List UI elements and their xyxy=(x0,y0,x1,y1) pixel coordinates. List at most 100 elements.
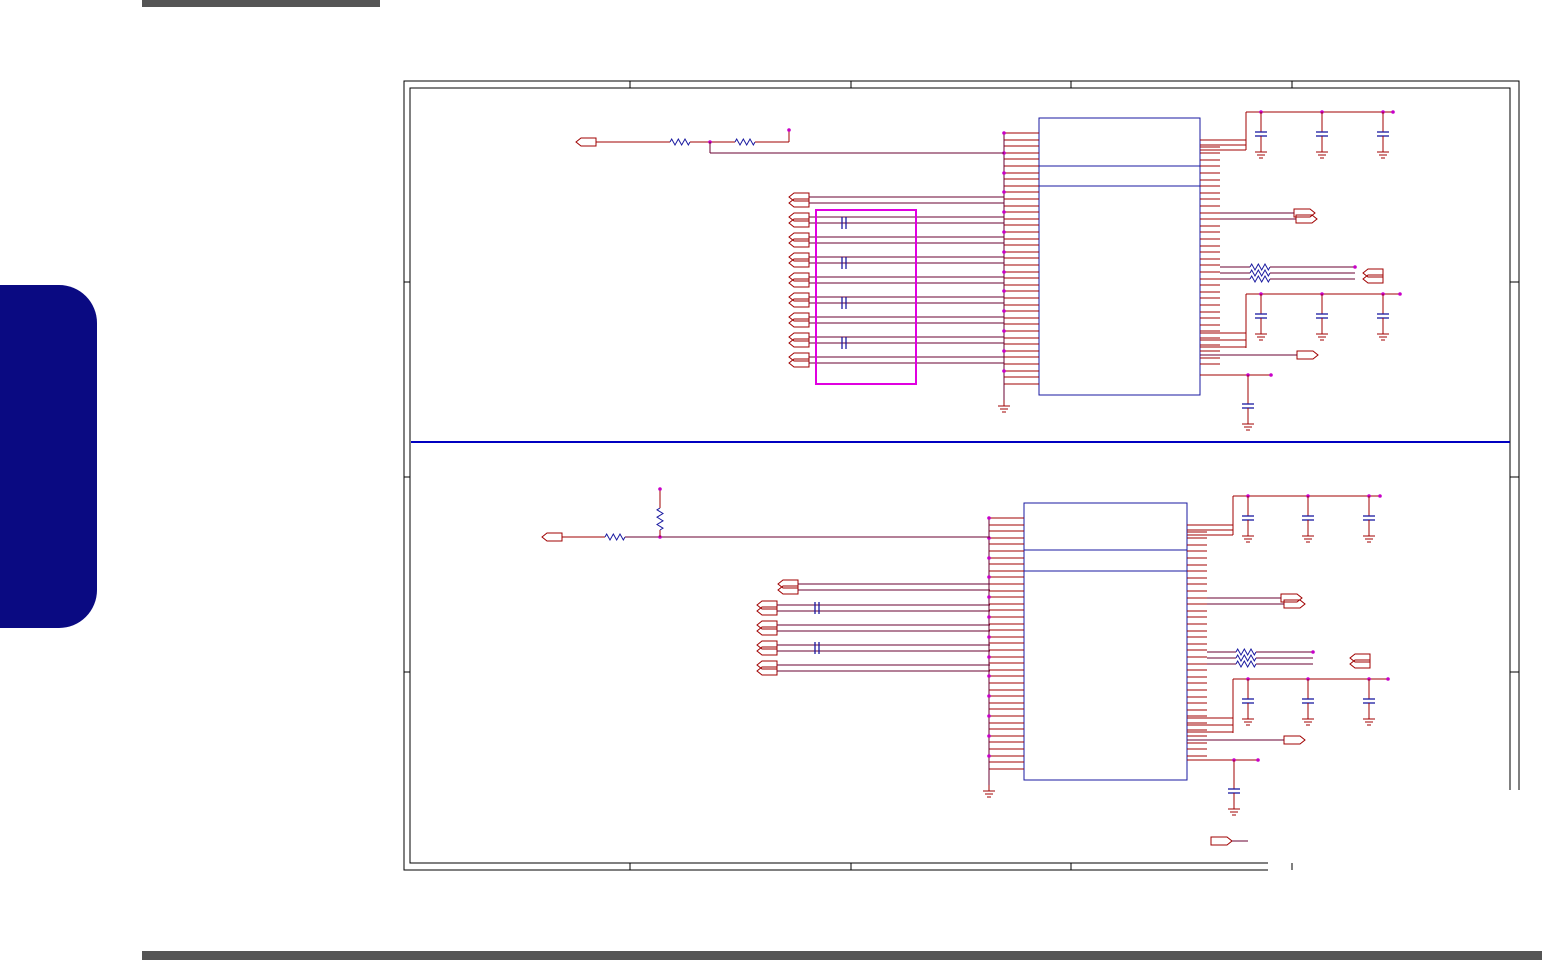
junction-dot xyxy=(1398,292,1402,296)
port-connector xyxy=(575,137,597,147)
junction-dot xyxy=(1391,110,1395,114)
ic-body xyxy=(1038,117,1201,396)
resistor xyxy=(1235,659,1257,669)
resistor xyxy=(1249,268,1271,278)
port-connector xyxy=(788,338,810,348)
resistor xyxy=(1235,653,1257,663)
port-connector xyxy=(788,192,810,202)
capacitor xyxy=(1228,777,1240,816)
port-connector xyxy=(756,640,778,650)
port-connector xyxy=(788,318,810,328)
capacitor xyxy=(1255,302,1267,341)
junction-dot xyxy=(987,754,991,758)
port-connector xyxy=(756,660,778,670)
port-connector xyxy=(788,292,810,302)
port-connector xyxy=(756,620,778,630)
ground-symbol xyxy=(998,400,1010,413)
junction-dot xyxy=(1002,329,1006,333)
port-connector xyxy=(756,646,778,656)
frame-cutout xyxy=(1268,790,1528,880)
ground-symbol xyxy=(1363,530,1375,543)
junction-dot xyxy=(787,128,791,132)
port-connector xyxy=(788,358,810,368)
port-connector xyxy=(777,585,799,595)
ground-symbol xyxy=(1302,713,1314,726)
ground-symbol xyxy=(1242,713,1254,726)
port-connector xyxy=(788,218,810,228)
ground-symbol xyxy=(1242,530,1254,543)
port-connector xyxy=(788,332,810,342)
ground-symbol xyxy=(1316,328,1328,341)
junction-dot xyxy=(987,635,991,639)
junction-dot xyxy=(658,487,662,491)
ground-symbol xyxy=(1255,328,1267,341)
resistor xyxy=(656,507,664,531)
capacitor xyxy=(1377,120,1389,159)
junction-dot xyxy=(987,714,991,718)
junction-dot xyxy=(1378,494,1382,498)
inner-border xyxy=(409,87,1511,864)
outer-border xyxy=(403,80,1520,871)
resistor xyxy=(1235,647,1257,657)
capacitor xyxy=(1316,120,1328,159)
port-connector xyxy=(788,238,810,248)
junction-dot xyxy=(1002,250,1006,254)
port-connector xyxy=(1283,735,1306,745)
upper-circuit xyxy=(575,110,1402,431)
resistor xyxy=(604,532,626,542)
ground-symbol xyxy=(1302,530,1314,543)
port-connector xyxy=(788,232,810,242)
ground-symbol xyxy=(1228,803,1240,816)
port-connector xyxy=(756,626,778,636)
port-connector xyxy=(756,600,778,610)
lower-circuit xyxy=(541,487,1390,846)
port-connector xyxy=(788,272,810,282)
capacitor xyxy=(1302,687,1314,726)
junction-dot xyxy=(1002,369,1006,373)
port-connector xyxy=(1349,659,1371,669)
junction-dot xyxy=(987,694,991,698)
port-connector xyxy=(788,298,810,308)
junction-dot xyxy=(1002,210,1006,214)
ground-symbol xyxy=(1377,328,1389,341)
port-connector xyxy=(788,278,810,288)
junction-dot xyxy=(987,655,991,659)
junction-dot xyxy=(987,734,991,738)
resistor xyxy=(669,137,691,147)
capacitor xyxy=(1316,302,1328,341)
junction-dot xyxy=(1002,190,1006,194)
port-connector xyxy=(1293,208,1316,218)
junction-dot xyxy=(1256,758,1260,762)
junction-dot xyxy=(987,575,991,579)
capacitor xyxy=(1255,120,1267,159)
junction-dot xyxy=(1002,230,1006,234)
junction-dot xyxy=(987,674,991,678)
port-connector xyxy=(1283,599,1306,609)
resistor xyxy=(734,137,756,147)
capacitor xyxy=(1242,504,1254,543)
ground-symbol xyxy=(1316,146,1328,159)
ic-body xyxy=(1023,502,1188,781)
capacitor xyxy=(814,602,820,614)
drawing-frame xyxy=(403,80,1528,880)
resistor xyxy=(1249,262,1271,272)
resistor xyxy=(1249,274,1271,284)
port-connector xyxy=(1349,653,1371,663)
junction-dot xyxy=(1002,171,1006,175)
port-connector xyxy=(1210,836,1233,846)
junction-dot xyxy=(1353,265,1357,269)
ground-symbol xyxy=(1363,713,1375,726)
port-connector xyxy=(1296,350,1319,360)
junction-dot xyxy=(1269,373,1273,377)
port-connector xyxy=(788,258,810,268)
junction-dot xyxy=(1002,309,1006,313)
junction-dot xyxy=(1311,650,1315,654)
port-connector xyxy=(788,312,810,322)
port-connector xyxy=(788,252,810,262)
port-connector xyxy=(1295,214,1318,224)
junction-dot xyxy=(1386,677,1390,681)
port-connector xyxy=(756,606,778,616)
junction-dot xyxy=(987,615,991,619)
port-connector xyxy=(788,198,810,208)
port-connector xyxy=(788,212,810,222)
